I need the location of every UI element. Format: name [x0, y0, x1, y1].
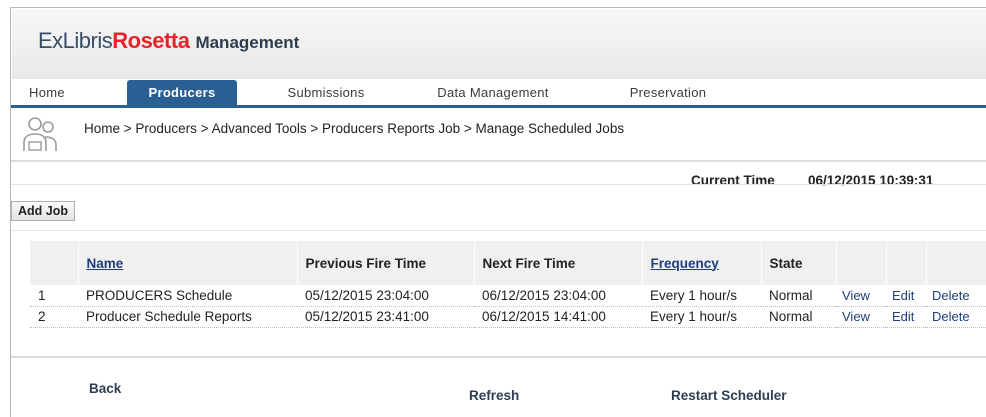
job-name: Producer Schedule Reports — [78, 306, 297, 328]
tab-data-management[interactable]: Data Management — [416, 80, 570, 105]
people-icon — [23, 117, 57, 151]
frequency: Every 1 hour/s — [642, 306, 761, 328]
previous-fire-time: 05/12/2015 23:41:00 — [297, 306, 474, 328]
col-header-delete — [926, 241, 986, 285]
col-header-next-fire-time: Next Fire Time — [474, 241, 643, 285]
divider — [11, 160, 986, 162]
divider — [11, 356, 986, 358]
delete-link[interactable]: Delete — [926, 306, 986, 328]
row-number: 1 — [30, 285, 78, 307]
logo-management: Management — [195, 33, 300, 52]
col-header-view — [836, 241, 887, 285]
previous-fire-time: 05/12/2015 23:04:00 — [297, 285, 474, 307]
view-link[interactable]: View — [836, 285, 886, 307]
logo-exlibris: ExLibris — [38, 28, 113, 53]
tab-home[interactable]: Home — [21, 80, 73, 105]
back-link[interactable]: Back — [89, 381, 121, 396]
add-job-button[interactable]: Add Job — [11, 201, 75, 221]
col-header-edit — [886, 241, 927, 285]
breadcrumb-row: Home > Producers > Advanced Tools > Prod… — [11, 108, 986, 158]
divider — [11, 230, 986, 231]
col-header-previous-fire-time: Previous Fire Time — [297, 241, 475, 285]
state: Normal — [761, 306, 836, 328]
app-header: ExLibrisRosetta Management — [12, 9, 986, 79]
edit-link[interactable]: Edit — [886, 285, 926, 307]
view-link[interactable]: View — [836, 306, 886, 328]
tab-submissions[interactable]: Submissions — [269, 80, 383, 105]
current-time-value: 06/12/2015 10:39:31 — [808, 173, 934, 188]
refresh-link[interactable]: Refresh — [469, 388, 519, 403]
next-fire-time: 06/12/2015 14:41:00 — [474, 306, 642, 328]
current-time-label: Current Time — [691, 173, 775, 188]
row-number: 2 — [30, 306, 78, 328]
app-frame: ExLibrisRosetta Management Home Producers… — [10, 7, 986, 417]
table-row: 1 PRODUCERS Schedule 05/12/2015 23:04:00… — [30, 285, 986, 307]
frequency: Every 1 hour/s — [642, 285, 761, 307]
col-header-number — [30, 241, 79, 285]
logo-rosetta: Rosetta — [112, 28, 190, 53]
table-header-row: Name Previous Fire Time Next Fire Time F… — [30, 241, 986, 285]
state: Normal — [761, 285, 836, 307]
col-header-name[interactable]: Name — [78, 241, 298, 285]
col-header-frequency[interactable]: Frequency — [642, 241, 762, 285]
app-logo: ExLibrisRosetta Management — [38, 29, 299, 55]
breadcrumb: Home > Producers > Advanced Tools > Prod… — [84, 121, 625, 136]
edit-link[interactable]: Edit — [886, 306, 926, 328]
delete-link[interactable]: Delete — [926, 285, 986, 307]
main-nav-tabs: Home Producers Submissions Data Manageme… — [11, 80, 986, 108]
job-name: PRODUCERS Schedule — [78, 285, 297, 307]
restart-scheduler-link[interactable]: Restart Scheduler — [671, 388, 787, 403]
tab-preservation[interactable]: Preservation — [601, 80, 735, 105]
next-fire-time: 06/12/2015 23:04:00 — [474, 285, 642, 307]
tab-producers[interactable]: Producers — [127, 80, 237, 105]
scheduled-jobs-table: Name Previous Fire Time Next Fire Time F… — [30, 241, 986, 328]
table-row: 2 Producer Schedule Reports 05/12/2015 2… — [30, 306, 986, 328]
col-header-state: State — [761, 241, 837, 285]
divider — [11, 184, 986, 185]
current-time-row: Current Time 06/12/2015 10:39:31 — [11, 170, 986, 194]
